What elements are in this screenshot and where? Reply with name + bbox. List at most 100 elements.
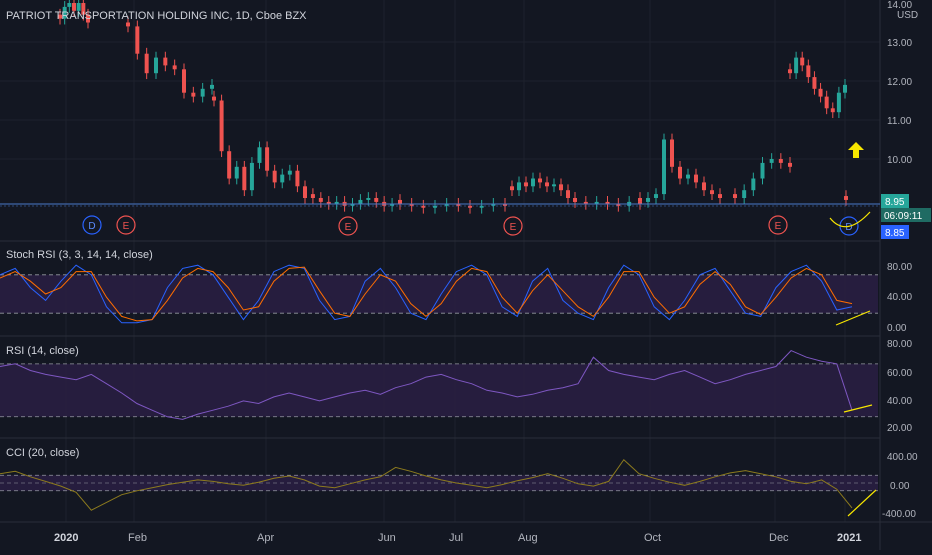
candle-body (788, 162, 792, 167)
chart-container[interactable]: D E E E E D PATRIOT TRANSPORTATION HOLDI… (0, 0, 932, 550)
candle-body (366, 198, 371, 200)
price-tick: 13.00 (887, 38, 912, 49)
time-label: Oct (644, 532, 661, 544)
candle-body (843, 84, 847, 93)
earnings-marker-label: E (123, 221, 130, 232)
candle-body (718, 194, 722, 198)
candle-body (830, 108, 835, 113)
candle-body (182, 69, 186, 93)
candle-body (358, 199, 363, 204)
cci-tick: 400.00 (887, 452, 918, 463)
candle-body (812, 77, 817, 89)
candle-body (710, 190, 714, 195)
candle-body (234, 166, 239, 179)
candle-body (733, 194, 737, 198)
dividend-marker-label: D (88, 221, 95, 232)
candle-body (844, 196, 848, 200)
candle-body (818, 88, 823, 97)
time-label: Apr (257, 532, 274, 544)
candle-body (126, 22, 130, 27)
rsi-tick: 40.00 (887, 396, 912, 407)
cci-tick: 0.00 (890, 481, 910, 492)
candle-body (191, 92, 196, 97)
candle-body (67, 3, 72, 7)
candle-body (135, 26, 140, 54)
candle-body (257, 147, 262, 163)
stoch-tick: 80.00 (887, 262, 912, 273)
candle-body (751, 178, 756, 191)
candle-body (280, 174, 285, 183)
candle-body (272, 170, 277, 183)
last-price-value: 8.95 (885, 197, 905, 208)
earnings-marker-label: E (345, 222, 352, 233)
candle-body (524, 182, 528, 187)
price-tick: 10.00 (887, 155, 912, 166)
currency-label[interactable]: USD (897, 10, 918, 21)
candle-body (678, 166, 682, 179)
stoch-tick: 40.00 (887, 292, 912, 303)
candle-body (794, 57, 799, 74)
candle-body (573, 198, 577, 202)
candle-body (303, 190, 307, 195)
candle-body (702, 182, 706, 191)
time-label: 2021 (837, 532, 861, 544)
chart-svg[interactable]: D E E E E D PATRIOT TRANSPORTATION HOLDI… (0, 0, 932, 550)
candle-body (517, 182, 521, 191)
time-label: 2020 (54, 532, 78, 544)
cci-label[interactable]: CCI (20, close) (6, 447, 79, 459)
candle-body (686, 174, 690, 179)
cci-tick: -400.00 (882, 509, 916, 520)
candle-body (545, 182, 549, 187)
time-label: Dec (769, 532, 789, 544)
candle-body (172, 65, 177, 70)
candle-body (210, 84, 214, 89)
candle-body (662, 139, 666, 195)
candle-body (806, 65, 811, 78)
countdown-value: 06:09:11 (884, 211, 923, 222)
earnings-marker-label: E (510, 222, 517, 233)
time-label: Jun (378, 532, 396, 544)
candle-body (836, 92, 841, 113)
candle-body (559, 184, 563, 191)
time-label: Aug (518, 532, 538, 544)
candle-body (778, 159, 783, 163)
candle-body (531, 178, 535, 187)
time-label: Jul (449, 532, 463, 544)
stoch-tick: 0.00 (887, 323, 907, 334)
earnings-marker-label: E (775, 221, 782, 232)
candle-body (742, 190, 747, 198)
candle-body (670, 139, 674, 167)
stoch-rsi-label[interactable]: Stoch RSI (3, 3, 14, 14, close) (6, 249, 153, 261)
time-label: Feb (128, 532, 147, 544)
candle-body (265, 147, 270, 171)
candle-body (398, 199, 402, 204)
candle-body (769, 159, 774, 163)
candle-body (249, 162, 254, 191)
candle-body (638, 198, 642, 202)
candle-body (212, 96, 216, 101)
candle-body (144, 53, 149, 74)
rsi-tick: 80.00 (887, 339, 912, 350)
candle-body (154, 57, 158, 74)
rsi-label[interactable]: RSI (14, close) (6, 345, 79, 357)
candle-body (646, 198, 650, 202)
rsi-tick: 20.00 (887, 423, 912, 434)
candle-body (538, 178, 542, 183)
candle-body (800, 57, 805, 66)
candle-body (760, 162, 765, 179)
price-tick: 12.00 (887, 77, 912, 88)
candle-body (694, 174, 698, 183)
candle-body (163, 57, 168, 66)
candle-body (510, 186, 514, 191)
candle-body (287, 170, 292, 175)
candle-body (566, 190, 570, 198)
price-tick: 11.00 (887, 116, 912, 127)
dividend-marker-label: D (845, 222, 852, 233)
candle-body (219, 100, 224, 152)
candle-body (552, 184, 556, 187)
candle-body (200, 88, 205, 97)
chart-title: PATRIOT TRANSPORTATION HOLDING INC, 1D, … (6, 10, 307, 22)
line-price-value: 8.85 (885, 228, 905, 239)
candle-body (242, 166, 247, 191)
candle-body (824, 96, 829, 109)
